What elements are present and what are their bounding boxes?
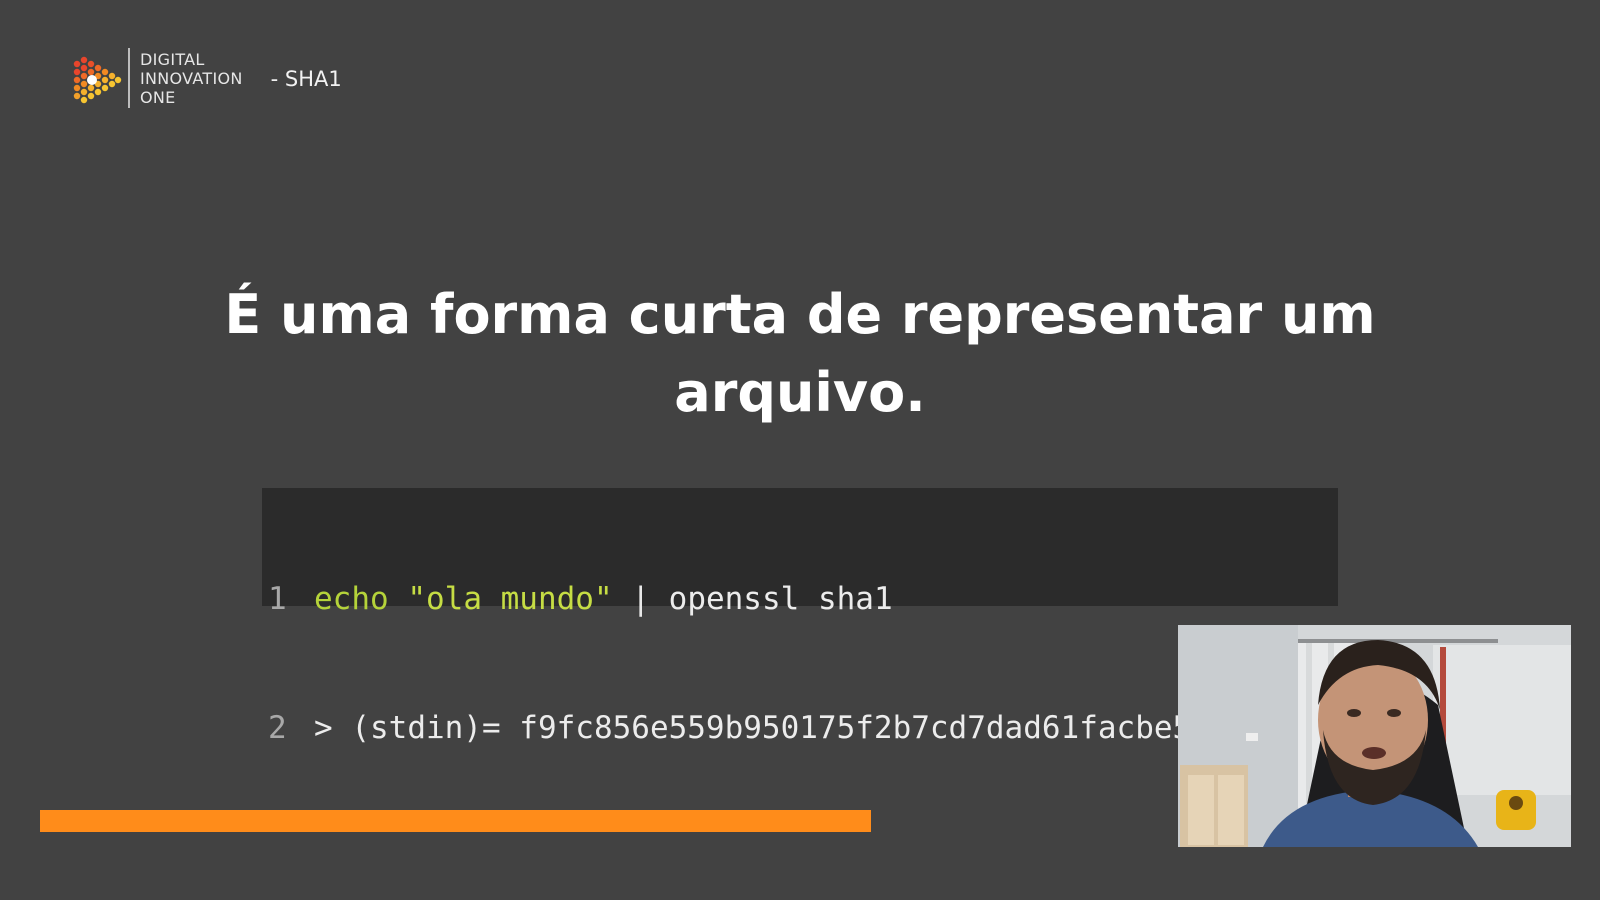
brand-line-digital: DIGITAL xyxy=(140,49,205,69)
code-rest: openssl sha1 xyxy=(668,581,893,617)
webcam-image xyxy=(1178,625,1571,847)
headline-line-1: É uma forma curta de representar um xyxy=(224,283,1376,346)
code-block: 1 echo "ola mundo" | openssl sha1 2 > (std… xyxy=(262,488,1338,746)
line-number: 2 xyxy=(268,710,287,746)
header-logo: DIGITAL INNOVATION ONE - SHA1 xyxy=(72,48,342,108)
code-line: 1 echo "ola mundo" | openssl sha1 xyxy=(268,578,1338,621)
headline-line-2: arquivo. xyxy=(674,361,926,424)
code-string: "ola mundo" xyxy=(407,581,613,617)
brand-name: DIGITAL INNOVATION ONE xyxy=(140,50,243,107)
code-output: > (stdin)= f9fc856e559b950175f2b7cd7dad6… xyxy=(314,710,1266,746)
play-dots-logo-icon xyxy=(73,56,122,104)
logo-divider xyxy=(128,48,130,108)
brand-line-innovation: INNOVATION xyxy=(140,68,243,88)
slide: DIGITAL INNOVATION ONE - SHA1 É uma form… xyxy=(0,0,1600,900)
brand-line-one: ONE xyxy=(140,87,176,107)
progress-bar xyxy=(40,810,1178,832)
progress-fill xyxy=(40,810,871,832)
code-pipe: | xyxy=(631,581,650,617)
slide-subject: - SHA1 xyxy=(270,67,342,91)
slide-headline: É uma forma curta de representar um arqu… xyxy=(180,276,1420,432)
code-command: echo xyxy=(314,581,389,617)
presenter-webcam-feed xyxy=(1178,625,1571,847)
line-number: 1 xyxy=(268,581,287,617)
